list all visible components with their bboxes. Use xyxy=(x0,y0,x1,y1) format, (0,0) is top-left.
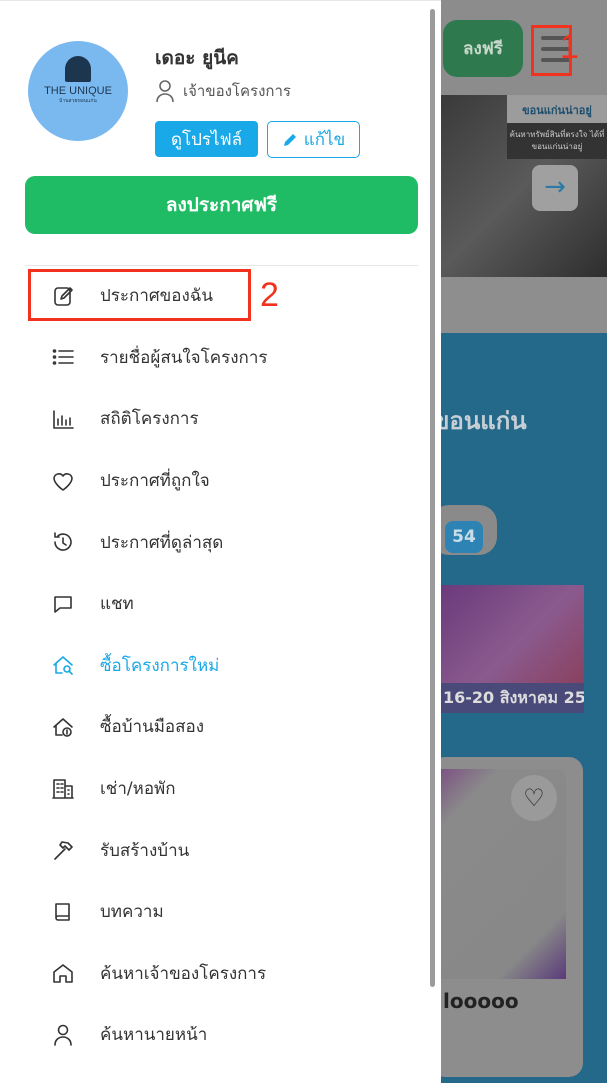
user-role-label: เจ้าของโครงการ xyxy=(183,82,291,100)
menu-item-label: ค้นหาเจ้าของโครงการ xyxy=(100,963,267,984)
menu-item-7[interactable]: ซื้อโครงการใหม่ xyxy=(0,635,430,697)
user-role: เจ้าของโครงการ xyxy=(155,79,291,103)
logo-subtext: บ้านสวยขอนแก่น xyxy=(59,98,97,104)
listing-card[interactable]: ♡ looooo xyxy=(441,757,583,1077)
menu-item-label: เช่า/หอพัก xyxy=(100,779,176,800)
logo-house-icon xyxy=(65,56,91,82)
heart-icon xyxy=(50,468,76,494)
menu-item-8[interactable]: ซื้อบ้านมือสอง xyxy=(0,696,430,758)
menu-item-3[interactable]: สถิติโครงการ xyxy=(0,388,430,450)
building-icon xyxy=(50,776,76,802)
scrollbar[interactable] xyxy=(430,9,435,987)
banner-subtitle: ค้นหาทรัพย์สินที่ตรงใจ ได้ที่ ขอนแก่นน่า… xyxy=(507,123,607,159)
annotation-label-1: 1 xyxy=(560,28,579,66)
house-search-icon xyxy=(50,652,76,678)
menu-item-label: ค้นหานายหน้า xyxy=(100,1025,208,1046)
menu-item-label: สถิติโครงการ xyxy=(100,409,199,430)
house-money-icon xyxy=(50,714,76,740)
section-title: ขอนแก่น xyxy=(441,407,527,435)
favorite-heart-icon[interactable]: ♡ xyxy=(511,775,557,821)
home-icon xyxy=(50,960,76,986)
post-free-listing-button[interactable]: ลงประกาศฟรี xyxy=(25,176,418,234)
annotation-box-2 xyxy=(28,269,251,321)
promo-image[interactable]: 16-20 สิงหาคม 2566 xyxy=(441,585,584,713)
history-icon xyxy=(50,529,76,555)
pencil-icon xyxy=(283,133,296,146)
menu-item-label: ประกาศที่ดูล่าสุด xyxy=(100,532,224,553)
logo-text: THE UNIQUE xyxy=(44,85,112,97)
menu-item-label: ซื้อบ้านมือสอง xyxy=(100,717,205,738)
list-icon xyxy=(50,344,76,370)
view-profile-button[interactable]: ดูโปรไฟล์ xyxy=(155,121,258,157)
project-section: ขอนแก่น 54 16-20 สิงหาคม 2566 ♡ looooo xyxy=(441,333,607,1083)
count-badge: 54 xyxy=(445,521,483,553)
menu-item-10[interactable]: รับสร้างบ้าน xyxy=(0,819,430,881)
listing-title: looooo xyxy=(443,989,519,1013)
side-drawer: THE UNIQUE บ้านสวยขอนแก่น เดอะ ยูนีค เจ้… xyxy=(0,0,441,1083)
user-name: เดอะ ยูนีค xyxy=(155,47,239,69)
menu-item-label: ซื้อโครงการใหม่ xyxy=(100,655,220,676)
menu-item-label: รายชื่อผู้สนใจโครงการ xyxy=(100,347,268,368)
spacer xyxy=(441,277,607,333)
menu-item-2[interactable]: รายชื่อผู้สนใจโครงการ xyxy=(0,327,430,389)
menu-item-label: รับสร้างบ้าน xyxy=(100,840,190,861)
bar-chart-icon xyxy=(50,406,76,432)
person-icon xyxy=(50,1022,76,1048)
edit-label: แก้ไข xyxy=(303,130,346,150)
menu-item-label: แชท xyxy=(100,594,134,615)
person-icon xyxy=(156,80,174,103)
menu-item-9[interactable]: เช่า/หอพัก xyxy=(0,758,430,820)
menu-item-label: บทความ xyxy=(100,902,164,923)
hammer-icon xyxy=(50,837,76,863)
menu-item-11[interactable]: บทความ xyxy=(0,881,430,943)
background-page: ลงฟรี ขอนแก่นน่าอยู่ ค้นหาทรัพย์สินที่ตร… xyxy=(441,0,607,1083)
banner-image[interactable]: ขอนแก่นน่าอยู่ ค้นหาทรัพย์สินที่ตรงใจ ได… xyxy=(441,95,607,277)
menu-item-6[interactable]: แชท xyxy=(0,573,430,635)
annotation-label-2: 2 xyxy=(260,276,279,314)
menu-item-label: ประกาศที่ถูกใจ xyxy=(100,471,210,492)
post-free-button[interactable]: ลงฟรี xyxy=(443,20,523,77)
book-icon xyxy=(50,899,76,925)
menu-item-13[interactable]: ค้นหานายหน้า xyxy=(0,1004,430,1066)
chat-icon xyxy=(50,591,76,617)
menu-item-5[interactable]: ประกาศที่ดูล่าสุด xyxy=(0,511,430,573)
promo-text: 16-20 สิงหาคม 2566 xyxy=(441,683,584,713)
arrow-right-icon[interactable]: → xyxy=(532,165,578,211)
banner-brand: ขอนแก่นน่าอยู่ xyxy=(507,95,607,123)
drawer-menu: ประกาศของฉัน รายชื่อผู้สนใจโครงการ สถิติโค… xyxy=(0,265,430,1066)
menu-item-12[interactable]: ค้นหาเจ้าของโครงการ xyxy=(0,943,430,1005)
avatar: THE UNIQUE บ้านสวยขอนแก่น xyxy=(28,41,128,141)
edit-profile-button[interactable]: แก้ไข xyxy=(267,121,360,158)
menu-item-4[interactable]: ประกาศที่ถูกใจ xyxy=(0,450,430,512)
